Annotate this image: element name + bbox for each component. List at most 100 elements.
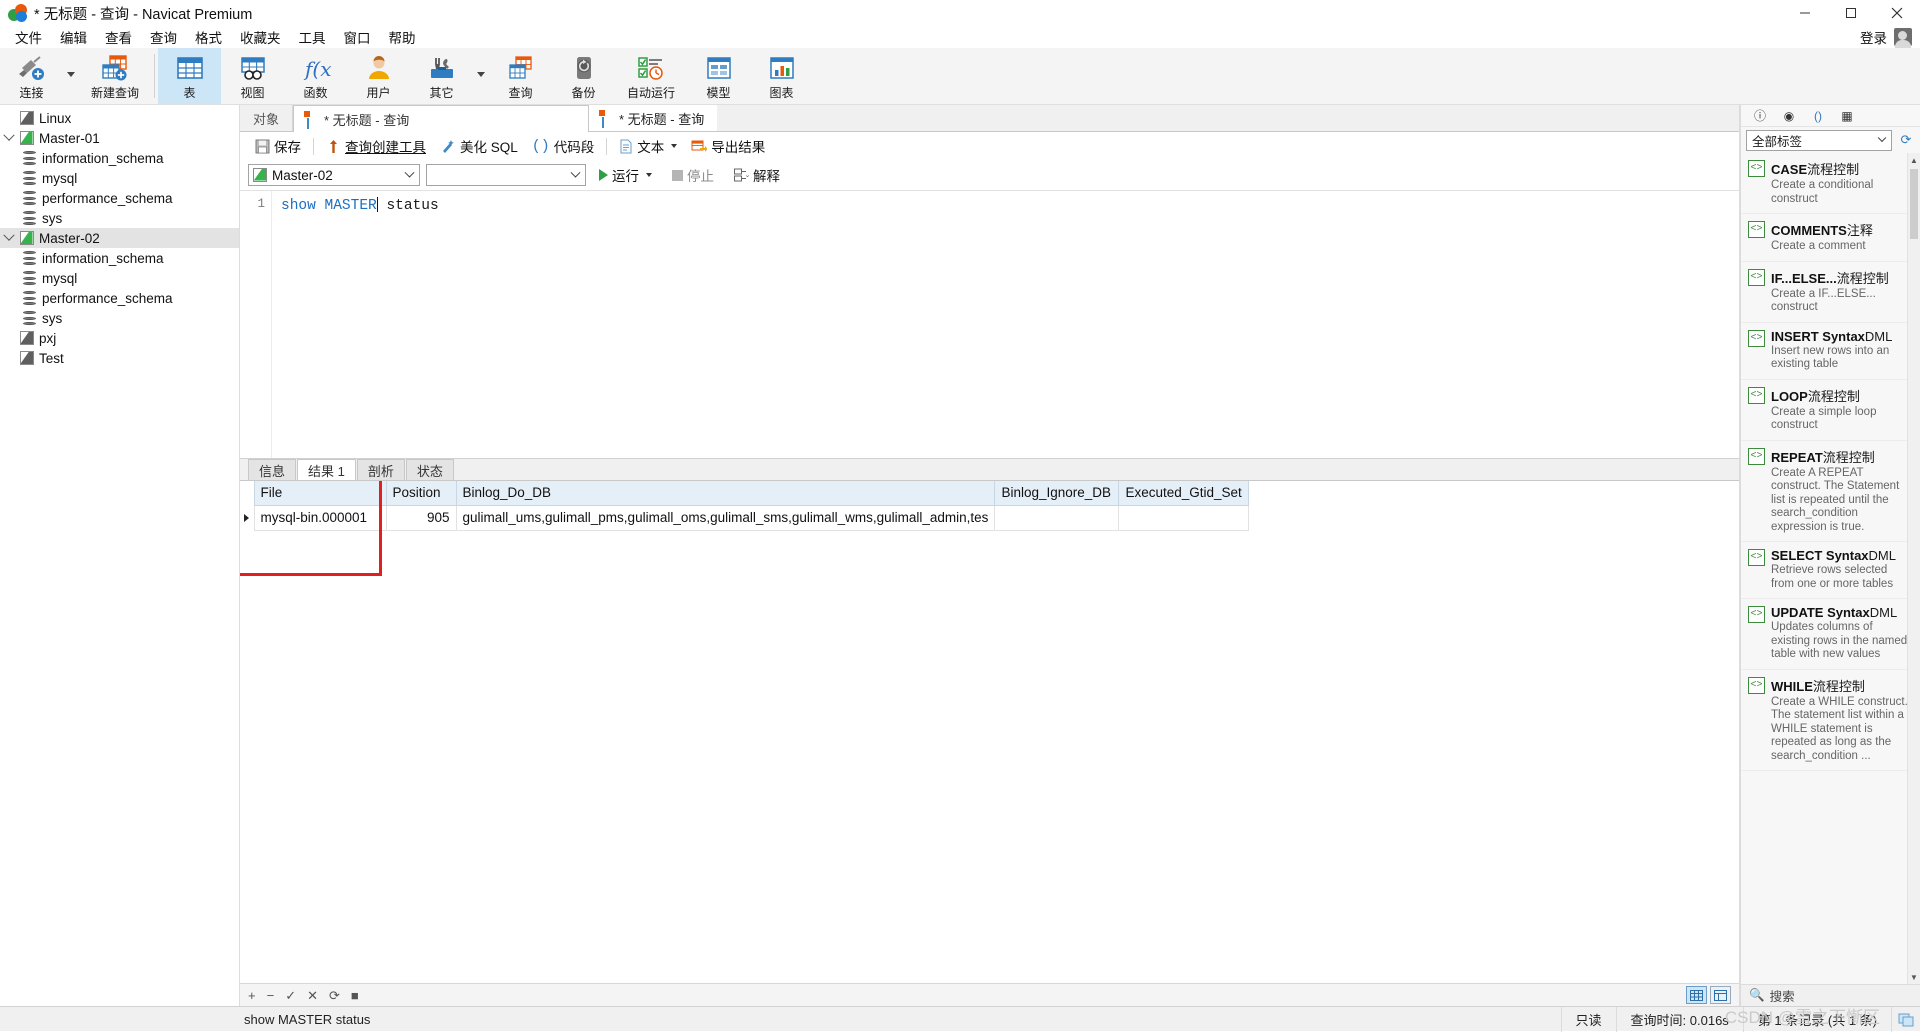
snippet-scrollbar[interactable]: ▲ ▼ <box>1907 153 1920 984</box>
explain-button[interactable]: ⌄ 解释 <box>727 163 787 187</box>
connection-tree[interactable]: Linux Master-01 information_schema mysql… <box>0 105 240 1006</box>
tree-item-test[interactable]: Test <box>0 348 239 368</box>
result-grid-container[interactable]: File Position Binlog_Do_DB Binlog_Ignore… <box>240 480 1739 983</box>
save-button[interactable]: 保存 <box>248 134 308 158</box>
tree-item-sys[interactable]: sys <box>0 308 239 328</box>
connection-select[interactable]: Master-02 <box>248 164 420 186</box>
ribbon-new-query[interactable]: 新建查询 <box>79 48 151 104</box>
list-item[interactable]: <> SELECT SyntaxDML Retrieve rows select… <box>1741 542 1920 599</box>
query-builder-button[interactable]: 查询创建工具 <box>319 134 433 158</box>
discard-change-button[interactable]: ✕ <box>307 989 318 1002</box>
info-icon[interactable]: ⓘ <box>1753 107 1767 124</box>
result-grid[interactable]: File Position Binlog_Do_DB Binlog_Ignore… <box>240 481 1249 531</box>
refresh-button[interactable]: ⟳ <box>329 989 340 1002</box>
tree-item-performance-schema[interactable]: performance_schema <box>0 288 239 308</box>
ribbon-table[interactable]: 表 <box>158 48 221 104</box>
grid-icon[interactable]: ▦ <box>1840 109 1854 123</box>
stop-loading-button[interactable]: ■ <box>351 989 359 1002</box>
tag-filter-select[interactable]: 全部标签 <box>1746 129 1892 151</box>
tree-item-mysql[interactable]: mysql <box>0 268 239 288</box>
menu-format[interactable]: 格式 <box>186 25 231 49</box>
chevron-down-icon[interactable] <box>671 144 678 148</box>
column-header-binlog-do-db[interactable]: Binlog_Do_DB <box>455 481 996 506</box>
eye-icon[interactable]: ◉ <box>1782 109 1796 123</box>
expander-expanded-icon[interactable] <box>0 229 18 242</box>
form-view-button[interactable] <box>1710 986 1731 1004</box>
text-button[interactable]: 文本 <box>612 134 684 158</box>
ribbon-function[interactable]: f(x) 函数 <box>284 48 347 104</box>
chevron-down-icon[interactable] <box>567 167 583 179</box>
cell-binlog-ignore-db[interactable] <box>994 505 1120 531</box>
maximize-button[interactable] <box>1828 0 1874 26</box>
minimize-button[interactable] <box>1782 0 1828 26</box>
ribbon-connection[interactable]: 连接 <box>0 48 63 104</box>
apply-change-button[interactable]: ✓ <box>285 989 296 1002</box>
list-item[interactable]: <> UPDATE SyntaxDML Updates columns of e… <box>1741 599 1920 670</box>
status-resize-grip[interactable] <box>1892 1007 1920 1032</box>
result-tab-result-1[interactable]: 结果 1 <box>297 459 356 481</box>
expander-expanded-icon[interactable] <box>0 129 18 142</box>
chevron-down-icon[interactable] <box>1874 133 1889 143</box>
code-snippet-button[interactable]: () 代码段 <box>525 134 602 158</box>
column-header-executed-gtid-set[interactable]: Executed_Gtid_Set <box>1118 481 1249 506</box>
tree-item-information-schema[interactable]: information_schema <box>0 248 239 268</box>
scroll-up-icon[interactable]: ▲ <box>1908 153 1920 167</box>
chevron-down-icon[interactable] <box>401 167 417 179</box>
cell-executed-gtid-set[interactable] <box>1118 505 1249 531</box>
login-link[interactable]: 登录 <box>1860 27 1887 47</box>
result-tab-profile[interactable]: 剖析 <box>356 459 405 480</box>
result-tab-info[interactable]: 信息 <box>248 459 297 480</box>
refresh-icon[interactable]: ⟳ <box>1897 131 1915 149</box>
list-item[interactable]: <> CASE流程控制 Create a conditional constru… <box>1741 153 1920 214</box>
ribbon-connection-dropdown[interactable] <box>63 48 79 104</box>
export-result-button[interactable]: 导出结果 <box>684 134 772 158</box>
cell-position[interactable]: 905 <box>385 505 457 531</box>
tree-item-master-02[interactable]: Master-02 <box>0 228 239 248</box>
database-select[interactable] <box>426 164 586 186</box>
menu-view[interactable]: 查看 <box>96 25 141 49</box>
menu-tools[interactable]: 工具 <box>290 25 335 49</box>
scrollbar-thumb[interactable] <box>1910 169 1918 239</box>
tab-objects[interactable]: 对象 <box>240 105 294 131</box>
beautify-sql-button[interactable]: 美化 SQL <box>433 134 525 158</box>
close-button[interactable] <box>1874 0 1920 26</box>
menu-query[interactable]: 查询 <box>141 25 186 49</box>
column-header-position[interactable]: Position <box>385 481 457 506</box>
menu-file[interactable]: 文件 <box>6 25 51 49</box>
ribbon-backup[interactable]: 备份 <box>552 48 615 104</box>
ribbon-query[interactable]: 查询 <box>489 48 552 104</box>
parentheses-icon[interactable]: () <box>1811 109 1825 123</box>
ribbon-model[interactable]: 模型 <box>687 48 750 104</box>
ribbon-others[interactable]: 其它 <box>410 48 473 104</box>
list-item[interactable]: <> COMMENTS注释 Create a comment <box>1741 214 1920 262</box>
menu-favorites[interactable]: 收藏夹 <box>231 25 290 49</box>
list-item[interactable]: <> LOOP流程控制 Create a simple loop constru… <box>1741 380 1920 441</box>
tree-item-information-schema[interactable]: information_schema <box>0 148 239 168</box>
tree-item-master-01[interactable]: Master-01 <box>0 128 239 148</box>
table-row[interactable]: mysql-bin.000001 905 gulimall_ums,gulima… <box>240 505 1249 531</box>
doc-tab-query-untitled[interactable]: * 无标题 - 查询 <box>589 105 718 131</box>
result-tab-status[interactable]: 状态 <box>405 459 454 480</box>
list-item[interactable]: <> REPEAT流程控制 Create A REPEAT construct.… <box>1741 441 1920 542</box>
avatar[interactable] <box>1894 28 1912 48</box>
snippet-search-row[interactable]: 🔍 搜索 <box>1741 984 1920 1006</box>
run-button[interactable]: 运行 <box>592 163 659 187</box>
list-item[interactable]: <> INSERT SyntaxDML Insert new rows into… <box>1741 323 1920 380</box>
sql-code-area[interactable]: show MASTER status <box>272 191 1739 458</box>
ribbon-view[interactable]: 视图 <box>221 48 284 104</box>
menu-edit[interactable]: 编辑 <box>51 25 96 49</box>
grid-view-button[interactable] <box>1686 986 1707 1004</box>
ribbon-others-dropdown[interactable] <box>473 48 489 104</box>
cell-file[interactable]: mysql-bin.000001 <box>253 505 387 531</box>
tree-item-linux[interactable]: Linux <box>0 108 239 128</box>
tab-query-untitled[interactable]: * 无标题 - 查询 <box>293 105 590 132</box>
tree-item-performance-schema[interactable]: performance_schema <box>0 188 239 208</box>
tree-item-sys[interactable]: sys <box>0 208 239 228</box>
menu-window[interactable]: 窗口 <box>335 25 380 49</box>
menu-help[interactable]: 帮助 <box>380 25 425 49</box>
scroll-down-icon[interactable]: ▼ <box>1908 970 1920 984</box>
ribbon-chart[interactable]: 图表 <box>750 48 813 104</box>
snippet-list[interactable]: <> CASE流程控制 Create a conditional constru… <box>1741 153 1920 984</box>
delete-record-button[interactable]: − <box>267 989 275 1002</box>
list-item[interactable]: <> IF...ELSE...流程控制 Create a IF...ELSE..… <box>1741 262 1920 323</box>
